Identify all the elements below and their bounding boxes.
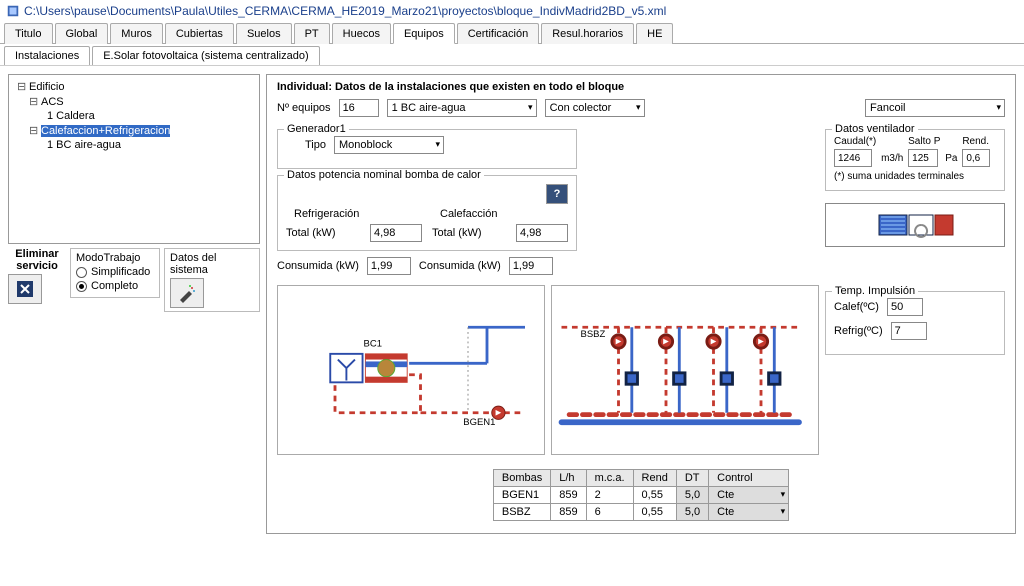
tab-suelos[interactable]: Suelos (236, 23, 292, 44)
temp-title: Temp. Impulsión (832, 285, 918, 297)
tree-caldera[interactable]: 1 Caldera (47, 110, 95, 122)
nequipos-label: Nº equipos (277, 102, 331, 114)
panel-title: Individual: Datos de la instalaciones qu… (277, 81, 1005, 93)
tipo-bc-select[interactable]: 1 BC aire-agua (387, 99, 537, 117)
radio-icon (76, 281, 87, 292)
control-select[interactable]: Cte (709, 504, 789, 521)
fancoil-icon (825, 203, 1005, 247)
info-button[interactable]: ? (546, 184, 568, 204)
diagram-distribution: BSBZ (551, 285, 819, 455)
table-row[interactable]: BSBZ 859 6 0,55 5,0 Cte (493, 504, 788, 521)
pumps-table: Bombas L/h m.c.a. Rend DT Control BGEN1 … (493, 469, 789, 521)
sub-tabs: Instalaciones E.Solar fotovoltaica (sist… (0, 44, 1024, 66)
bc-label: BC1 (364, 338, 382, 349)
bsbz-label: BSBZ (581, 329, 606, 340)
tree-root[interactable]: Edificio (29, 81, 64, 93)
total-calef-input[interactable] (516, 224, 568, 242)
subtab-solar[interactable]: E.Solar fotovoltaica (sistema centraliza… (92, 46, 319, 65)
pot-title: Datos potencia nominal bomba de calor (284, 169, 484, 181)
vent-title: Datos ventilador (832, 123, 918, 135)
eliminar-label: Eliminar servicio (8, 248, 66, 272)
terminal-select[interactable]: Fancoil (865, 99, 1005, 117)
tab-huecos[interactable]: Huecos (332, 23, 391, 44)
tab-he[interactable]: HE (636, 23, 673, 44)
tab-certificacion[interactable]: Certificación (457, 23, 540, 44)
radio-simplificado[interactable]: Simplificado (76, 266, 154, 278)
tab-global[interactable]: Global (55, 23, 109, 44)
subtab-instalaciones[interactable]: Instalaciones (4, 46, 90, 65)
tree-acs[interactable]: ACS (41, 96, 64, 108)
radio-completo[interactable]: Completo (76, 280, 154, 292)
tab-equipos[interactable]: Equipos (393, 23, 455, 44)
app-icon (6, 4, 20, 18)
gen-title: Generador1 (284, 123, 349, 135)
tab-resul[interactable]: Resul.horarios (541, 23, 634, 44)
tree-calef-refrig[interactable]: Calefaccion+Refrigeracion (41, 125, 170, 137)
salto-input[interactable] (908, 149, 938, 167)
datos-sistema-button[interactable] (170, 278, 204, 308)
modo-title: ModoTrabajo (76, 252, 154, 264)
radio-icon (76, 267, 87, 278)
temp-calef-input[interactable] (887, 298, 923, 316)
window-title: C:\Users\pause\Documents\Paula\Utiles_CE… (24, 4, 666, 18)
table-row[interactable]: BGEN1 859 2 0,55 5,0 Cte (493, 487, 788, 504)
caudal-input[interactable] (834, 149, 872, 167)
service-tree[interactable]: ⊟Edificio ⊟ACS 1 Caldera ⊟Calefaccion+Re… (8, 74, 260, 244)
temp-refrig-input[interactable] (891, 322, 927, 340)
nequipos-input[interactable] (339, 99, 379, 117)
main-tabs: Titulo Global Muros Cubiertas Suelos PT … (0, 22, 1024, 44)
cons-refrig-input[interactable] (367, 257, 411, 275)
colector-select[interactable]: Con colector (545, 99, 645, 117)
tab-titulo[interactable]: Titulo (4, 23, 53, 44)
tab-muros[interactable]: Muros (110, 23, 163, 44)
tab-cubiertas[interactable]: Cubiertas (165, 23, 234, 44)
control-select[interactable]: Cte (709, 487, 789, 504)
delete-service-button[interactable] (8, 274, 42, 304)
cons-calef-input[interactable] (509, 257, 553, 275)
datos-sistema-title: Datos del sistema (170, 252, 254, 276)
tab-pt[interactable]: PT (294, 23, 330, 44)
tree-bc[interactable]: 1 BC aire-agua (47, 139, 121, 151)
diagram-generator: BC1 BGEN1 (277, 285, 545, 455)
bgen-label: BGEN1 (463, 417, 495, 428)
gen-tipo-select[interactable]: Monoblock (334, 136, 444, 154)
total-refrig-input[interactable] (370, 224, 422, 242)
rend-input[interactable] (962, 149, 990, 167)
